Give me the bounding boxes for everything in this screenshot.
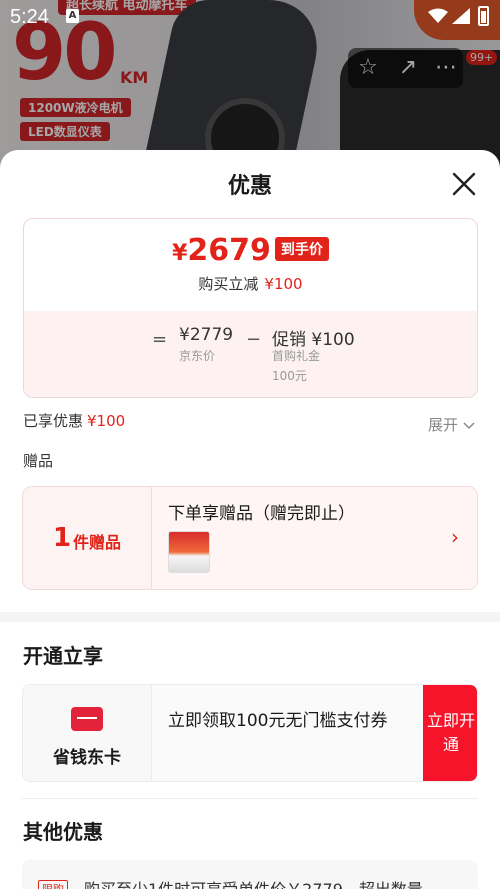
close-icon[interactable]: [450, 170, 478, 198]
price-calculation: = ¥2779 京东价 − 促销 ¥100 首购礼金 100元: [24, 323, 477, 397]
gift-thumbnail[interactable]: [168, 531, 210, 573]
section-divider: [0, 612, 500, 622]
membership-card-offer: 省钱东卡 立即领取100元无门槛支付券 立即开通: [22, 684, 478, 782]
card-brand: 省钱东卡: [23, 685, 151, 781]
status-time: 5:24: [10, 6, 49, 28]
gift-detail: 下单享赠品（赠完即止） ›: [151, 487, 477, 589]
other-section-title: 其他优惠: [23, 820, 103, 844]
gifts-heading: 赠品: [23, 452, 54, 470]
gift-count-label: 件赠品: [73, 533, 122, 552]
card-name: 省钱东卡: [53, 748, 121, 768]
enjoyed-amount: ¥100: [87, 412, 126, 430]
promo-detail: 首购礼金: [272, 349, 321, 363]
other-offer-text: 购买至少1件时可享受单件价￥2779，超出数量: [84, 876, 423, 889]
status-bar: 5:24 A: [0, 0, 500, 34]
other-offer-item[interactable]: 限购 购买至少1件时可享受单件价￥2779，超出数量: [22, 860, 478, 889]
minus-sign: −: [246, 329, 262, 350]
equals-sign: =: [152, 329, 168, 350]
battery-icon: [478, 6, 489, 26]
activate-button[interactable]: 立即开通: [423, 685, 477, 781]
limit-tag: 限购: [38, 880, 68, 889]
reduction-label: 购买立减: [198, 275, 259, 293]
chevron-down-icon: [463, 422, 475, 430]
wifi-icon: [428, 8, 448, 23]
base-price: ¥2779: [179, 325, 234, 345]
gift-count: 1 件赠品: [23, 487, 151, 589]
gift-count-number: 1: [52, 523, 72, 553]
final-price: 2679: [187, 233, 271, 268]
expand-label: 展开: [428, 416, 459, 434]
sheet-title: 优惠: [227, 174, 272, 199]
promo-amount: 100元: [272, 369, 307, 383]
discount-bottom-sheet: 优惠 ¥2679 到手价 购买立减 ¥100 = ¥2779 京东价 − 促销 ¥1…: [0, 150, 500, 889]
credit-card-icon: [71, 707, 103, 731]
final-price-row: ¥2679 到手价: [24, 233, 477, 268]
enjoyed-discount: 已享优惠 ¥100: [23, 410, 125, 431]
chevron-right-icon: ›: [451, 525, 459, 549]
final-price-tag: 到手价: [274, 237, 329, 261]
signal-icon: [452, 8, 470, 24]
gift-title: 下单享赠品（赠完即止）: [168, 504, 355, 524]
instant-reduction-row: 购买立减 ¥100: [24, 273, 477, 294]
base-price-label: 京东价: [179, 349, 216, 363]
open-section-title: 开通立享: [23, 644, 103, 668]
expand-button[interactable]: 展开: [428, 414, 475, 435]
app-notification-icon: A: [66, 9, 79, 23]
thin-divider: [22, 798, 478, 799]
currency-symbol: ¥: [172, 241, 188, 266]
card-offer-text: 立即领取100元无门槛支付券: [168, 711, 388, 731]
card-offer-description: 立即领取100元无门槛支付券: [151, 685, 423, 781]
gift-card[interactable]: 1 件赠品 下单享赠品（赠完即止） ›: [22, 486, 478, 590]
enjoyed-label: 已享优惠: [23, 412, 84, 430]
reduction-amount: ¥100: [264, 275, 303, 293]
price-breakdown-card: ¥2679 到手价 购买立减 ¥100 = ¥2779 京东价 − 促销 ¥100 …: [23, 218, 478, 398]
